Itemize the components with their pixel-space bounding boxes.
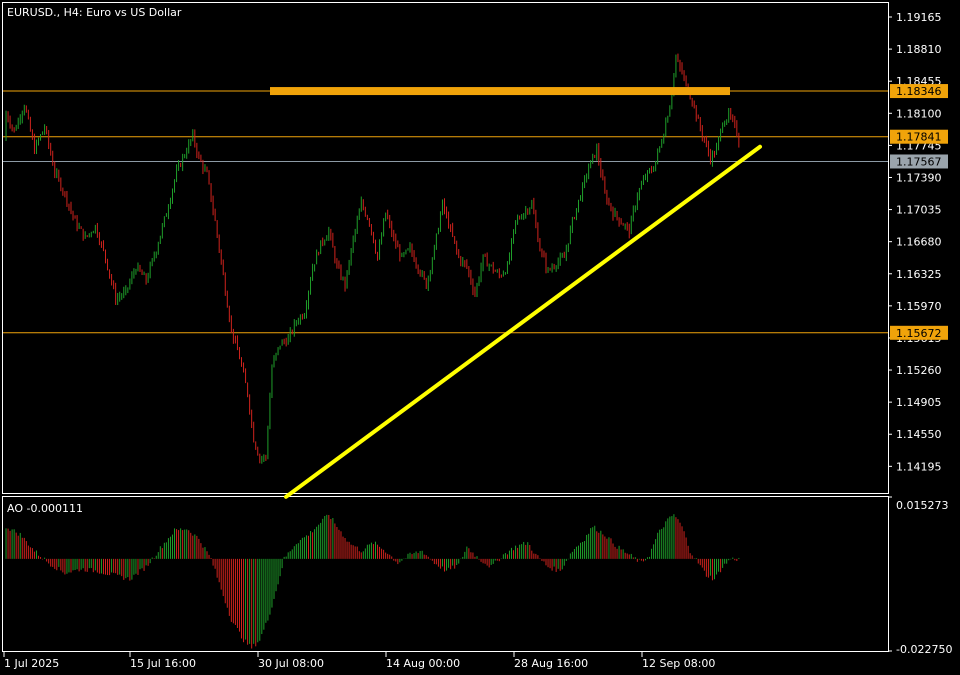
- price-tick-label: 1.16325: [896, 268, 942, 281]
- price-tick-label: 1.19165: [896, 11, 942, 24]
- resistance-zone-band[interactable]: [270, 87, 730, 96]
- ao-label: AO -0.000111: [7, 502, 83, 515]
- time-tick-label: 28 Aug 16:00: [514, 657, 588, 670]
- price-tick-label: 1.18810: [896, 43, 942, 56]
- ao-tick-label: -0.022750: [896, 643, 952, 656]
- price-tag-label: 1.17841: [896, 131, 942, 144]
- price-tick-label: 1.14550: [896, 428, 942, 441]
- time-tick-label: 14 Aug 00:00: [386, 657, 460, 670]
- price-tag-label: 1.18346: [896, 85, 942, 98]
- price-tick-label: 1.15970: [896, 300, 942, 313]
- resistance-zone[interactable]: [270, 87, 730, 96]
- time-tick-label: 12 Sep 08:00: [642, 657, 715, 670]
- time-tick-label: 15 Jul 16:00: [130, 657, 196, 670]
- time-tick-label: 30 Jul 08:00: [258, 657, 324, 670]
- price-tick-label: 1.15260: [896, 364, 942, 377]
- price-axis[interactable]: 1.191651.188101.184551.181001.177451.173…: [888, 11, 942, 473]
- price-tick-label: 1.14195: [896, 460, 942, 473]
- price-tick-label: 1.16680: [896, 236, 942, 249]
- price-tag-label: 1.15672: [896, 327, 942, 340]
- price-tick-label: 1.14905: [896, 396, 942, 409]
- price-tick-label: 1.18100: [896, 107, 942, 120]
- price-tick-label: 1.17390: [896, 171, 942, 184]
- time-tick-label: 1 Jul 2025: [4, 657, 59, 670]
- trading-chart[interactable]: 1.191651.188101.184551.181001.177451.173…: [0, 0, 960, 675]
- ao-tick-label: 0.015273: [896, 499, 949, 512]
- chart-title: EURUSD., H4: Euro vs US Dollar: [7, 6, 182, 19]
- price-tag-label: 1.17567: [896, 155, 942, 168]
- price-tick-label: 1.17035: [896, 204, 942, 217]
